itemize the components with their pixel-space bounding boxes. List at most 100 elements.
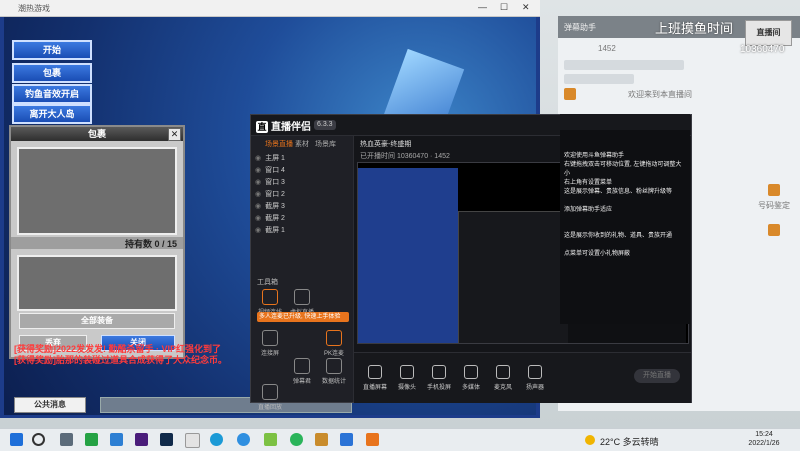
danmaku-help-overlay[interactable]: 欢迎使用斗鱼弹幕助手 右键拖拽双击可移动位置, 左键拖动可调整大小 右上角有设置… xyxy=(560,114,690,324)
app-icon[interactable] xyxy=(185,433,200,448)
scene-label: 窗口 2 xyxy=(265,191,285,198)
help-line: 添加弹幕助手适应 xyxy=(564,207,613,213)
eye-icon[interactable]: ◉ xyxy=(255,167,261,174)
maximize-icon[interactable]: ☐ xyxy=(500,2,508,13)
screen-capture-button[interactable]: 直播屏幕 xyxy=(360,365,390,391)
phone-cast-button[interactable]: 手机投屏 xyxy=(424,365,454,391)
camera-icon xyxy=(400,365,414,379)
eye-icon[interactable]: ◉ xyxy=(255,227,261,234)
danmaku-tool[interactable]: 弹幕君 xyxy=(287,358,317,385)
scene-item[interactable]: ◉ 窗口 2 xyxy=(255,190,349,200)
tools-label: 工具箱 xyxy=(257,279,278,286)
live-app-icon[interactable] xyxy=(366,433,379,446)
app-icon[interactable] xyxy=(237,433,250,446)
bag-count: 持有数 0 / 15 xyxy=(11,237,183,249)
scene-sidebar[interactable]: 场景直播 素材 场景库 ◉ 主屏 1 ◉ 窗口 4 ◉ 窗口 3 ◉ 窗口 2 ◉ 截屏 … xyxy=(251,136,354,411)
bag-slots-bottom[interactable] xyxy=(17,255,177,311)
help-line: 右键拖拽双击可移动位置, 左键拖动可调整大小 xyxy=(564,162,682,177)
live-title[interactable]: 热血英豪-终盛期 xyxy=(360,139,411,149)
camera-button[interactable]: 摄像头 xyxy=(392,365,422,391)
app-icon[interactable] xyxy=(340,433,353,446)
scene-item[interactable]: ◉ 截屏 2 xyxy=(255,214,349,224)
clock[interactable]: 15:24 2022/1/26 xyxy=(742,430,786,448)
app-name: 直播伴侣 xyxy=(271,122,311,133)
bag-button[interactable]: 包裹 xyxy=(12,63,92,83)
app-icon[interactable] xyxy=(264,433,277,446)
windows-start-icon[interactable] xyxy=(10,433,23,446)
game-chat-log: [获得奖励]2022发发发! 勤酷杀留手 · VIP红强化到了 [获得奖励]胎那… xyxy=(14,344,244,388)
edge-icon[interactable] xyxy=(210,433,223,446)
link-screen-tool[interactable]: 连接屏 xyxy=(255,330,285,357)
game-titlebar[interactable]: 潮热游戏 — ☐ ✕ xyxy=(0,0,540,17)
tab-scene-library[interactable]: 场景库 xyxy=(315,139,336,149)
live-status: 已开播时间 10360470 · 1452 xyxy=(360,153,450,160)
eye-icon[interactable]: ◉ xyxy=(255,215,261,222)
scene-item[interactable]: ◉ 截屏 1 xyxy=(255,226,349,236)
start-button[interactable]: 开始 xyxy=(12,40,92,60)
eye-icon[interactable]: ◉ xyxy=(255,191,261,198)
close-icon[interactable]: ✕ xyxy=(168,128,181,141)
clock-time: 15:24 xyxy=(755,431,773,438)
app-icon[interactable] xyxy=(85,433,98,446)
premiere-icon[interactable] xyxy=(135,433,148,446)
gift-icon xyxy=(564,88,576,100)
photoshop-icon[interactable] xyxy=(160,433,173,446)
video-icon xyxy=(262,289,278,305)
scene-item[interactable]: ◉ 截屏 3 xyxy=(255,202,349,212)
weather-icon xyxy=(585,435,595,445)
eye-icon[interactable]: ◉ xyxy=(255,155,261,162)
scene-item[interactable]: ◉ 窗口 3 xyxy=(255,178,349,188)
help-line: 欢迎使用斗鱼弹幕助手 xyxy=(564,153,625,159)
bag-title: 包裹 xyxy=(11,127,183,141)
tab-materials[interactable]: 素材 xyxy=(295,139,309,149)
sort-button[interactable]: 全部装备 xyxy=(19,313,175,329)
eye-icon[interactable]: ◉ xyxy=(255,179,261,186)
scene-label: 截屏 3 xyxy=(265,203,285,210)
pk-tool[interactable]: PK连麦 xyxy=(319,330,349,357)
chat-panel-title: 弹幕助手 xyxy=(564,23,596,32)
task-view-icon[interactable] xyxy=(60,433,73,446)
bag-slots-top[interactable] xyxy=(17,147,177,235)
taskbar: 22°C 多云转晴 15:24 2022/1/26 xyxy=(0,428,800,451)
chat-line: [获得奖励]胎那的装碰过道具合成获得了大众纪念币。 xyxy=(14,355,227,365)
scene-label: 主屏 1 xyxy=(265,155,285,162)
fishing-sound-button[interactable]: 钓鱼音效开启 xyxy=(12,84,92,104)
app-icon[interactable] xyxy=(110,433,123,446)
version-badge: 6.3.3 xyxy=(314,120,336,130)
game-window-title: 潮热游戏 xyxy=(18,4,50,13)
scene-item[interactable]: ◉ 窗口 4 xyxy=(255,166,349,176)
search-icon[interactable] xyxy=(32,433,45,446)
scene-label: 截屏 1 xyxy=(265,227,285,234)
tab-scene-live[interactable]: 场景直播 xyxy=(265,139,293,149)
microphone-button[interactable]: 麦克风 xyxy=(488,365,518,391)
scene-label: 截屏 2 xyxy=(265,215,285,222)
scene-item[interactable]: ◉ 主屏 1 xyxy=(255,154,349,164)
public-message-button[interactable]: 公共消息 xyxy=(14,397,86,413)
media-button[interactable]: 多媒体 xyxy=(456,365,486,391)
replay-icon xyxy=(262,384,278,400)
wechat-icon[interactable] xyxy=(290,433,303,446)
weather-text[interactable]: 22°C 多云转晴 xyxy=(600,435,659,448)
gift-icon xyxy=(768,224,780,236)
pk-icon xyxy=(326,330,342,346)
close-icon[interactable]: ✕ xyxy=(522,2,530,13)
minimize-icon[interactable]: — xyxy=(478,2,487,12)
eye-icon[interactable]: ◉ xyxy=(255,203,261,210)
link-icon xyxy=(262,330,278,346)
help-line: 这是展示弹幕、贵族信息、粉丝牌升级等 xyxy=(564,189,673,195)
phone-icon xyxy=(432,365,446,379)
bag-panel[interactable]: 包裹 ✕ 持有数 0 / 15 全部装备 丢弃 关闭 xyxy=(9,125,185,359)
speaker-button[interactable]: 扬声器 xyxy=(520,365,550,391)
app-logo: 直直播伴侣 xyxy=(256,121,311,133)
help-line: 点菜单可设置小礼物屏蔽 xyxy=(564,251,631,257)
game-icon[interactable] xyxy=(315,433,328,446)
welcome-line: 欢迎来到本直播间 xyxy=(628,90,692,99)
replay-tool[interactable]: 直播回放 xyxy=(255,384,285,411)
gift-icon xyxy=(768,184,780,196)
stats-tool[interactable]: 数据统计 xyxy=(319,358,349,385)
upgrade-tip[interactable]: 多人连麦已升级, 快速上手体验 xyxy=(257,312,349,322)
scene-label: 窗口 3 xyxy=(265,179,285,186)
brand-logo: 直播间 xyxy=(745,20,792,46)
leave-island-button[interactable]: 离开大人岛 xyxy=(12,104,92,124)
start-live-button[interactable]: 开始直播 xyxy=(634,369,680,383)
